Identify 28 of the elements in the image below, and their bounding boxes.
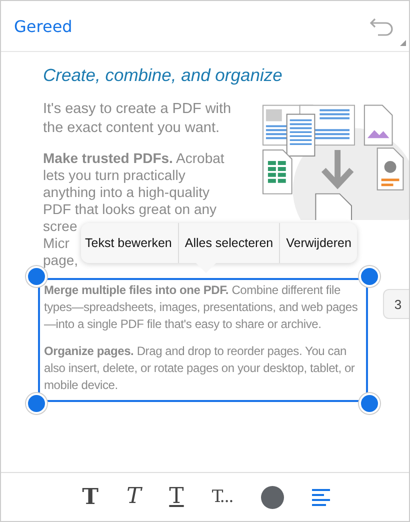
align-left-icon[interactable] [312, 488, 332, 506]
page-tab[interactable]: 3 [383, 289, 409, 319]
text-line: anything into a high-quality [43, 184, 211, 201]
paragraph: Merge multiple files into one PDF. Combine different file types—spreadsheets, images, presentations, and web pages—into a single PDF file that's easy to share or archive. [44, 282, 359, 333]
selection-handle[interactable] [26, 393, 47, 414]
text-line: lets you turn practically [43, 167, 186, 184]
paragraph: Organize pages. Drag and drop to reorder pages. You can also insert, delete, or rotate pages on your desktop, tablet, or mobile device. [44, 343, 356, 394]
document-title: Create, combine, and organize [43, 65, 284, 86]
resize-icon [400, 40, 406, 46]
selection-handle[interactable] [359, 393, 380, 414]
undo-icon[interactable] [369, 16, 395, 36]
color-swatch[interactable] [260, 486, 284, 508]
text-line: Make trusted PDFs. Acrobat [43, 150, 226, 167]
underline-button[interactable]: T [169, 485, 184, 509]
done-button[interactable]: Gereed [14, 16, 72, 36]
menu-item[interactable]: Tekst bewerken [81, 223, 178, 263]
text-line: PDF that looks great on any [43, 201, 218, 218]
more-styles-button[interactable]: T... [212, 485, 233, 509]
selection-handle[interactable] [26, 266, 47, 287]
selection-handle[interactable] [359, 266, 380, 287]
text-line: page, [43, 252, 78, 268]
selection-box[interactable] [38, 278, 368, 402]
menu-item[interactable]: Verwijderen [279, 223, 358, 263]
text-line: Micr [43, 235, 70, 251]
bold-button[interactable]: T [82, 485, 98, 509]
italic-button[interactable]: T [126, 485, 142, 509]
intro-text: It's easy to create a PDF with the exact content you want. [43, 100, 232, 138]
text-line: scree [43, 218, 78, 234]
